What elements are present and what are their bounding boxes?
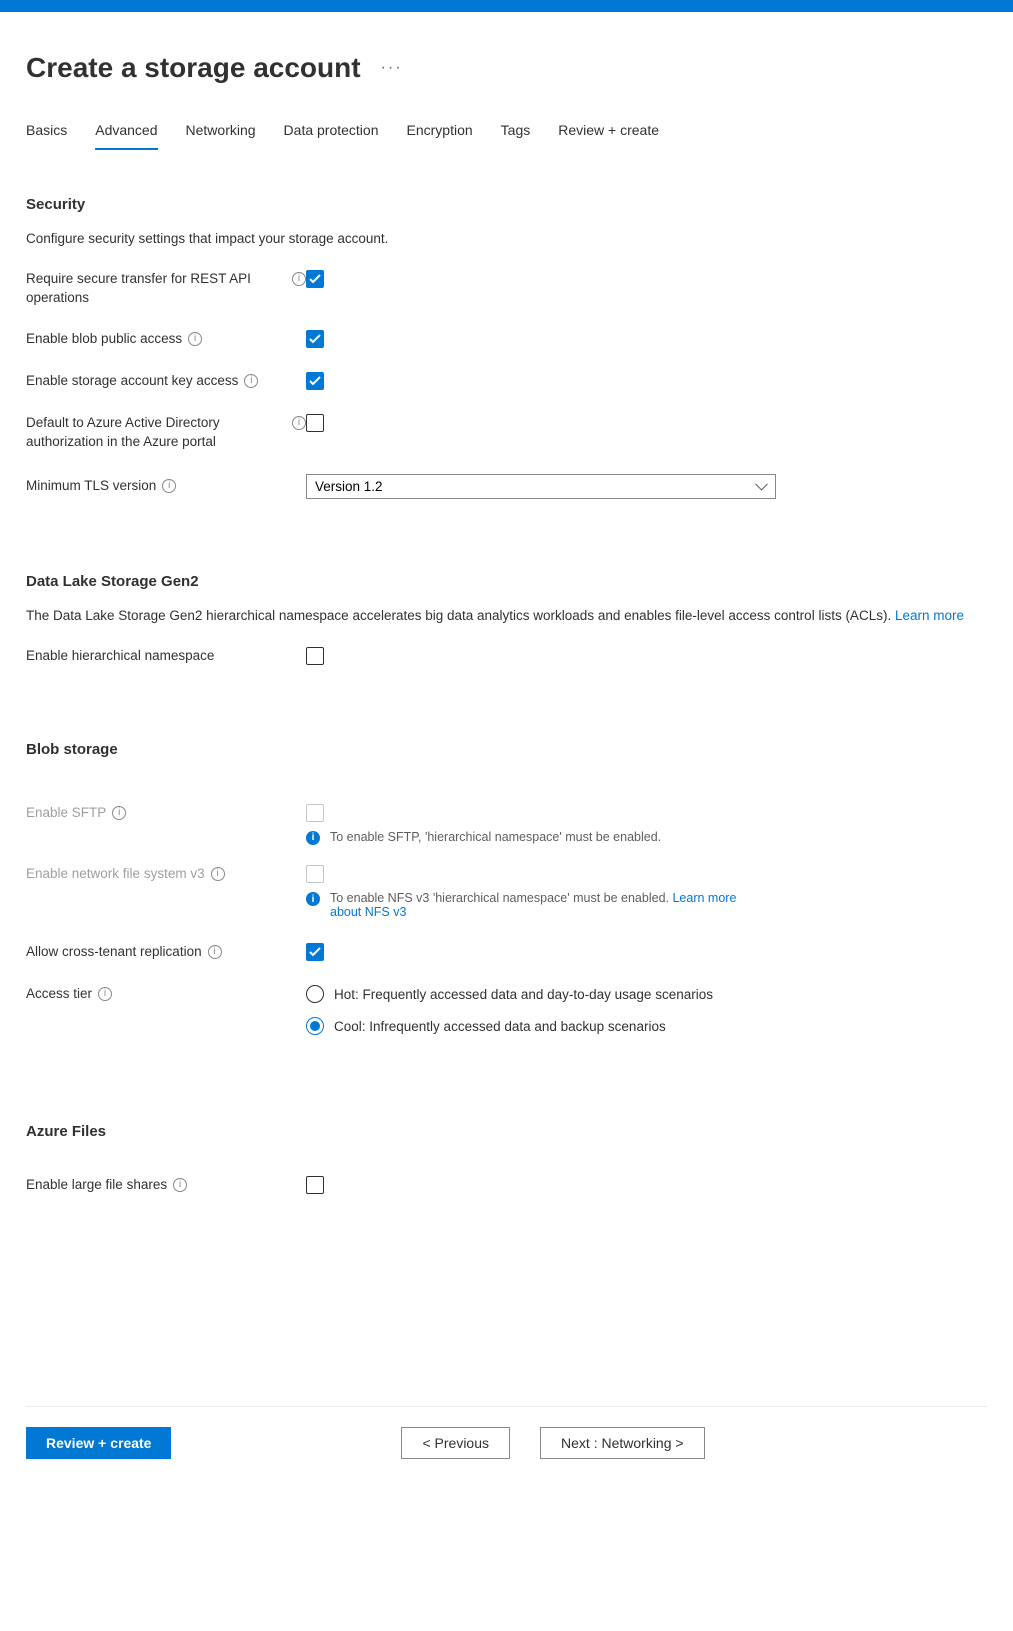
review-create-button[interactable]: Review + create [26,1427,171,1459]
previous-button[interactable]: < Previous [401,1427,510,1459]
more-icon[interactable]: ··· [377,55,407,81]
tab-advanced[interactable]: Advanced [95,122,157,150]
sftp-note: To enable SFTP, 'hierarchical namespace'… [330,830,661,844]
page-title: Create a storage account [26,52,361,84]
info-icon[interactable]: i [292,416,306,430]
sftp-label: Enable SFTP [26,804,106,823]
nfs-note: To enable NFS v3 'hierarchical namespace… [330,891,672,905]
info-icon[interactable]: i [292,272,306,286]
blob-public-label: Enable blob public access [26,330,182,349]
tab-encryption[interactable]: Encryption [407,122,473,150]
hns-label: Enable hierarchical namespace [26,647,214,666]
next-button[interactable]: Next : Networking > [540,1427,705,1459]
tls-version-select[interactable] [306,474,776,499]
top-accent-bar [0,0,1013,12]
section-security-desc: Configure security settings that impact … [26,231,987,246]
info-icon[interactable]: i [188,332,202,346]
tab-tags[interactable]: Tags [501,122,531,150]
tab-review-create[interactable]: Review + create [558,122,659,150]
page-content: Create a storage account ··· Basics Adva… [0,12,1013,1479]
info-icon[interactable]: i [98,987,112,1001]
secure-transfer-label: Require secure transfer for REST API ope… [26,270,286,308]
hns-checkbox[interactable] [306,647,324,665]
section-datalake-heading: Data Lake Storage Gen2 [26,573,987,590]
info-icon[interactable]: i [112,806,126,820]
info-icon[interactable]: i [162,479,176,493]
info-icon[interactable]: i [173,1178,187,1192]
tab-data-protection[interactable]: Data protection [284,122,379,150]
nfs-label: Enable network file system v3 [26,865,205,884]
section-azurefiles-heading: Azure Files [26,1123,987,1140]
access-tier-cool-label: Cool: Infrequently accessed data and bac… [334,1019,666,1034]
info-solid-icon: i [306,892,320,906]
info-solid-icon: i [306,831,320,845]
blob-public-checkbox[interactable] [306,330,324,348]
access-tier-cool-radio[interactable] [306,1017,324,1035]
tab-basics[interactable]: Basics [26,122,67,150]
info-icon[interactable]: i [208,945,222,959]
access-tier-label: Access tier [26,985,92,1004]
sftp-checkbox [306,804,324,822]
secure-transfer-checkbox[interactable] [306,270,324,288]
cross-tenant-label: Allow cross-tenant replication [26,943,202,962]
datalake-desc-text: The Data Lake Storage Gen2 hierarchical … [26,608,895,623]
aad-default-checkbox[interactable] [306,414,324,432]
large-shares-checkbox[interactable] [306,1176,324,1194]
access-tier-hot-label: Hot: Frequently accessed data and day-to… [334,987,713,1002]
key-access-checkbox[interactable] [306,372,324,390]
tls-version-label: Minimum TLS version [26,477,156,496]
tab-networking[interactable]: Networking [186,122,256,150]
key-access-label: Enable storage account key access [26,372,238,391]
wizard-tabs: Basics Advanced Networking Data protecti… [26,122,987,150]
aad-default-label: Default to Azure Active Directory author… [26,414,286,452]
large-shares-label: Enable large file shares [26,1176,167,1195]
footer-divider [26,1406,987,1407]
info-icon[interactable]: i [244,374,258,388]
info-icon[interactable]: i [211,867,225,881]
nfs-checkbox [306,865,324,883]
section-blob-heading: Blob storage [26,741,987,758]
section-datalake-desc: The Data Lake Storage Gen2 hierarchical … [26,608,987,623]
section-security-heading: Security [26,196,987,213]
access-tier-hot-radio[interactable] [306,985,324,1003]
cross-tenant-checkbox[interactable] [306,943,324,961]
datalake-learn-more-link[interactable]: Learn more [895,608,964,623]
